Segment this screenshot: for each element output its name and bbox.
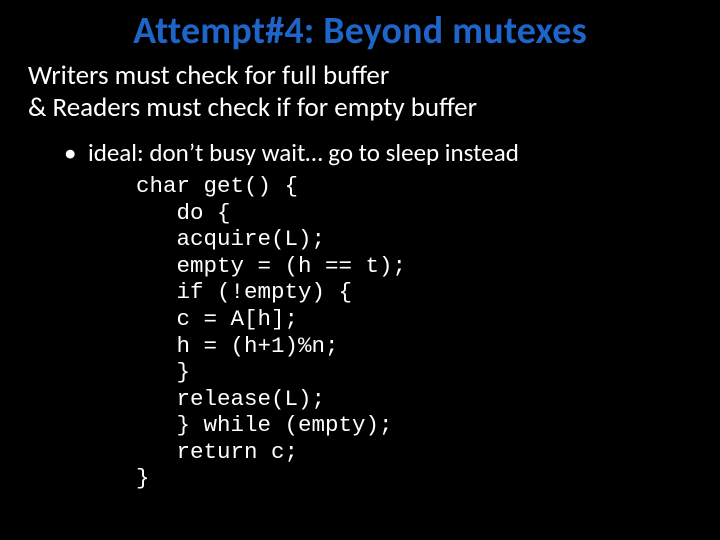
bullet-ideal: ideal: don’t busy wait… go to sleep inst…	[28, 138, 692, 168]
body-line-2: & Readers must check if for empty buffer	[28, 92, 692, 124]
body-line-1: Writers must check for full buffer	[28, 60, 692, 92]
slide-title: Attempt#4: Beyond mutexes	[0, 0, 720, 54]
slide: Attempt#4: Beyond mutexes Writers must c…	[0, 0, 720, 540]
code-block: char get() { do { acquire(L); empty = (h…	[28, 173, 692, 492]
slide-body: Writers must check for full buffer & Rea…	[0, 54, 720, 492]
